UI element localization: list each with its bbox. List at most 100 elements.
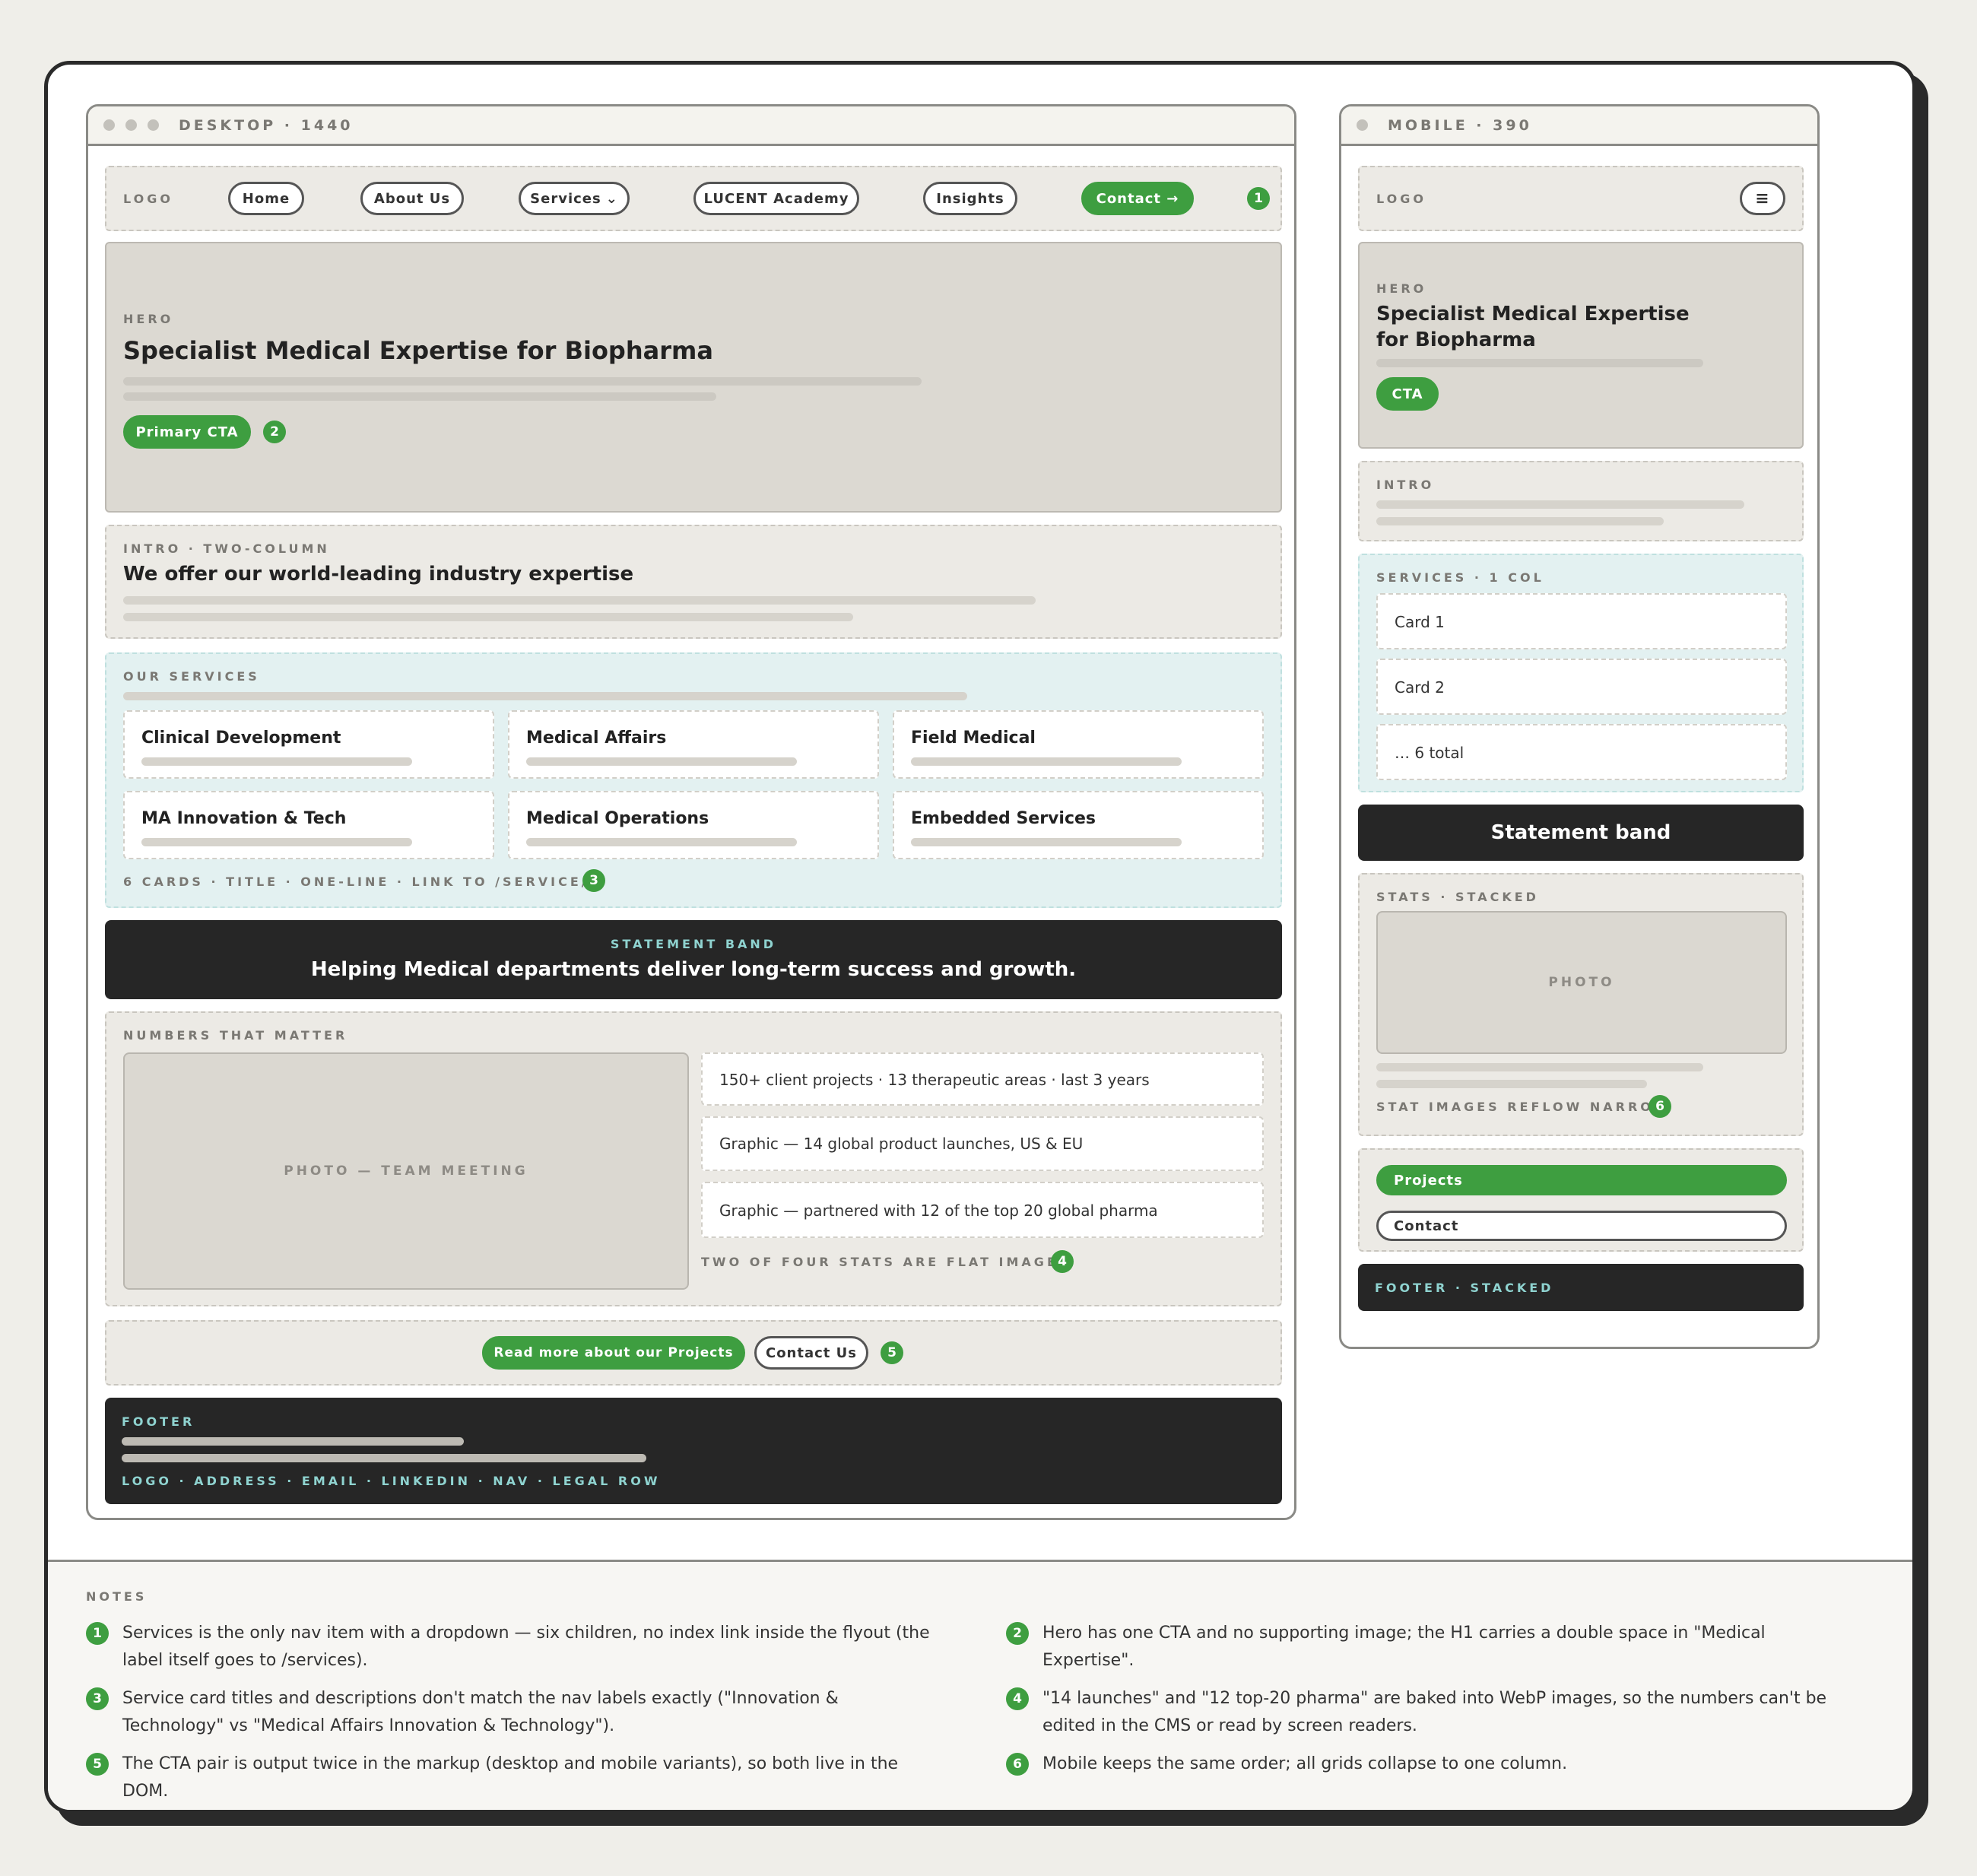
mobile-footer: FOOTER · STACKED xyxy=(1358,1264,1804,1311)
marker-badge: 5 xyxy=(881,1341,903,1364)
stat-card: 150+ client projects · 13 therapeutic ar… xyxy=(701,1052,1264,1106)
stat-card: Graphic — partnered with 12 of the top 2… xyxy=(701,1182,1264,1238)
mobile-logo[interactable]: LOGO xyxy=(1376,192,1426,206)
statement-label: STATEMENT BAND xyxy=(610,937,777,951)
note-item: 1 Services is the only nav item with a d… xyxy=(86,1620,938,1674)
card-text-placeholder xyxy=(911,757,1182,766)
hero-primary-cta[interactable]: Primary CTA xyxy=(123,415,251,449)
service-card[interactable]: Embedded Services xyxy=(893,791,1264,859)
service-card-title: Medical Affairs xyxy=(526,728,667,748)
stat-text: 150+ client projects · 13 therapeutic ar… xyxy=(719,1071,1150,1089)
mobile-service-card[interactable]: Card 1 xyxy=(1376,593,1787,649)
footer-text-placeholder xyxy=(122,1454,646,1462)
hero-title: Specialist Medical Expertise for Biophar… xyxy=(123,336,713,365)
note-item: 6 Mobile keeps the same order; all grids… xyxy=(1006,1751,1858,1778)
marker-badge: 1 xyxy=(86,1622,109,1645)
mobile-contact-button[interactable]: Contact xyxy=(1376,1211,1787,1241)
desktop-hero: HERO Specialist Medical Expertise for Bi… xyxy=(105,242,1282,513)
mobile-intro-label: INTRO xyxy=(1376,478,1435,492)
intro-text-placeholder xyxy=(1376,517,1664,525)
desktop-numbers: NUMBERS THAT MATTER PHOTO — TEAM MEETING… xyxy=(105,1011,1282,1306)
projects-cta-button[interactable]: Read more about our Projects xyxy=(482,1336,745,1370)
mobile-stats: STATS · STACKED PHOTO STAT IMAGES REFLOW… xyxy=(1358,873,1804,1136)
mobile-intro: INTRO xyxy=(1358,461,1804,541)
window-dot-icon xyxy=(148,119,159,131)
note-item: 5 The CTA pair is output twice in the ma… xyxy=(86,1751,938,1805)
service-card-title: MA Innovation & Tech xyxy=(141,809,347,828)
note-text: Hero has one CTA and no supporting image… xyxy=(1042,1624,1766,1670)
intro-text-placeholder xyxy=(1376,500,1744,509)
team-photo-placeholder: PHOTO — TEAM MEETING xyxy=(123,1052,689,1290)
numbers-footnote: TWO OF FOUR STATS ARE FLAT IMAGES xyxy=(701,1255,1071,1269)
note-item: 4 "14 launches" and "12 top-20 pharma" a… xyxy=(1006,1685,1858,1740)
note-item: 2 Hero has one CTA and no supporting ima… xyxy=(1006,1620,1858,1674)
mobile-nav: LOGO ≡ xyxy=(1358,166,1804,231)
mobile-cta-group: Projects Contact xyxy=(1358,1148,1804,1252)
service-card[interactable]: Medical Affairs xyxy=(508,710,879,779)
mobile-chrome-label: MOBILE · 390 xyxy=(1388,116,1532,134)
note-text: Services is the only nav item with a dro… xyxy=(122,1624,930,1670)
service-card[interactable]: Clinical Development xyxy=(123,710,494,779)
footer-label: FOOTER xyxy=(122,1414,195,1429)
services-footnote: 6 CARDS · TITLE · ONE-LINE · LINK TO /SE… xyxy=(123,875,605,889)
mobile-service-card[interactable]: Card 2 xyxy=(1376,659,1787,715)
marker-badge: 5 xyxy=(86,1753,109,1776)
window-dot-icon xyxy=(1357,119,1368,131)
mobile-statement-band: Statement band xyxy=(1358,805,1804,861)
intro-label: INTRO · TWO-COLUMN xyxy=(123,541,330,556)
window-dot-icon xyxy=(103,119,115,131)
nav-logo[interactable]: LOGO xyxy=(123,192,173,206)
mobile-hero-title-line1: Specialist Medical Expertise xyxy=(1376,303,1690,325)
mobile-hero-cta[interactable]: CTA xyxy=(1376,377,1439,411)
stats-text-placeholder xyxy=(1376,1080,1647,1088)
nav-home[interactable]: Home xyxy=(228,182,304,215)
service-card[interactable]: MA Innovation & Tech xyxy=(123,791,494,859)
footer-text-placeholder xyxy=(122,1437,464,1446)
contact-us-button[interactable]: Contact Us xyxy=(754,1336,868,1370)
mobile-service-card[interactable]: … 6 total xyxy=(1376,724,1787,780)
mobile-projects-button[interactable]: Projects xyxy=(1376,1165,1787,1195)
stat-text: Graphic — 14 global product launches, US… xyxy=(719,1135,1084,1153)
statement-text: Helping Medical departments deliver long… xyxy=(310,958,1077,981)
service-card[interactable]: Medical Operations xyxy=(508,791,879,859)
intro-title: We offer our world-leading industry expe… xyxy=(123,563,634,586)
desktop-frame: DESKTOP · 1440 LOGO Home About Us Servic… xyxy=(86,104,1296,1520)
mobile-hero-title-line2: for Biopharma xyxy=(1376,329,1536,351)
notes-title: NOTES xyxy=(86,1589,148,1604)
desktop-statement-band: STATEMENT BAND Helping Medical departmen… xyxy=(105,920,1282,999)
card-text-placeholder xyxy=(141,838,412,846)
intro-text-placeholder xyxy=(123,596,1036,605)
hero-text-placeholder xyxy=(123,392,716,401)
services-label: OUR SERVICES xyxy=(123,669,260,684)
note-text: Service card titles and descriptions don… xyxy=(122,1689,839,1735)
desktop-cta-row: Read more about our Projects Contact Us … xyxy=(105,1320,1282,1386)
service-card-title: Embedded Services xyxy=(911,809,1096,828)
mobile-card-label: Card 2 xyxy=(1395,678,1445,697)
intro-text-placeholder xyxy=(123,613,853,621)
note-text: "14 launches" and "12 top-20 pharma" are… xyxy=(1042,1689,1827,1735)
desktop-footer: FOOTER LOGO · ADDRESS · EMAIL · LINKEDIN… xyxy=(105,1398,1282,1504)
desktop-chrome: DESKTOP · 1440 xyxy=(88,106,1294,146)
desktop-services: OUR SERVICES Clinical Development Medica… xyxy=(105,652,1282,908)
nav-insights[interactable]: Insights xyxy=(923,182,1017,215)
desktop-chrome-label: DESKTOP · 1440 xyxy=(179,116,354,134)
nav-services[interactable]: Services ⌄ xyxy=(519,182,630,215)
hamburger-menu-icon[interactable]: ≡ xyxy=(1740,182,1785,215)
marker-badge: 6 xyxy=(1006,1753,1029,1776)
mobile-card-label: … 6 total xyxy=(1395,744,1465,762)
mobile-footer-label: FOOTER · STACKED xyxy=(1375,1281,1554,1295)
service-card[interactable]: Field Medical xyxy=(893,710,1264,779)
service-card-title: Medical Operations xyxy=(526,809,709,828)
stats-text-placeholder xyxy=(1376,1063,1703,1071)
mobile-photo-placeholder: PHOTO xyxy=(1376,911,1787,1054)
nav-lucent-academy[interactable]: LUCENT Academy xyxy=(693,182,859,215)
marker-badge: 3 xyxy=(582,869,605,892)
marker-badge: 1 xyxy=(1247,187,1270,210)
mobile-stats-footnote: STAT IMAGES REFLOW NARROW xyxy=(1376,1100,1671,1114)
card-text-placeholder xyxy=(526,757,797,766)
window-dot-icon xyxy=(125,119,137,131)
nav-about-us[interactable]: About Us xyxy=(360,182,464,215)
hero-text-placeholder xyxy=(123,377,922,386)
service-card-title: Field Medical xyxy=(911,728,1036,748)
nav-contact-button[interactable]: Contact → xyxy=(1081,182,1194,215)
